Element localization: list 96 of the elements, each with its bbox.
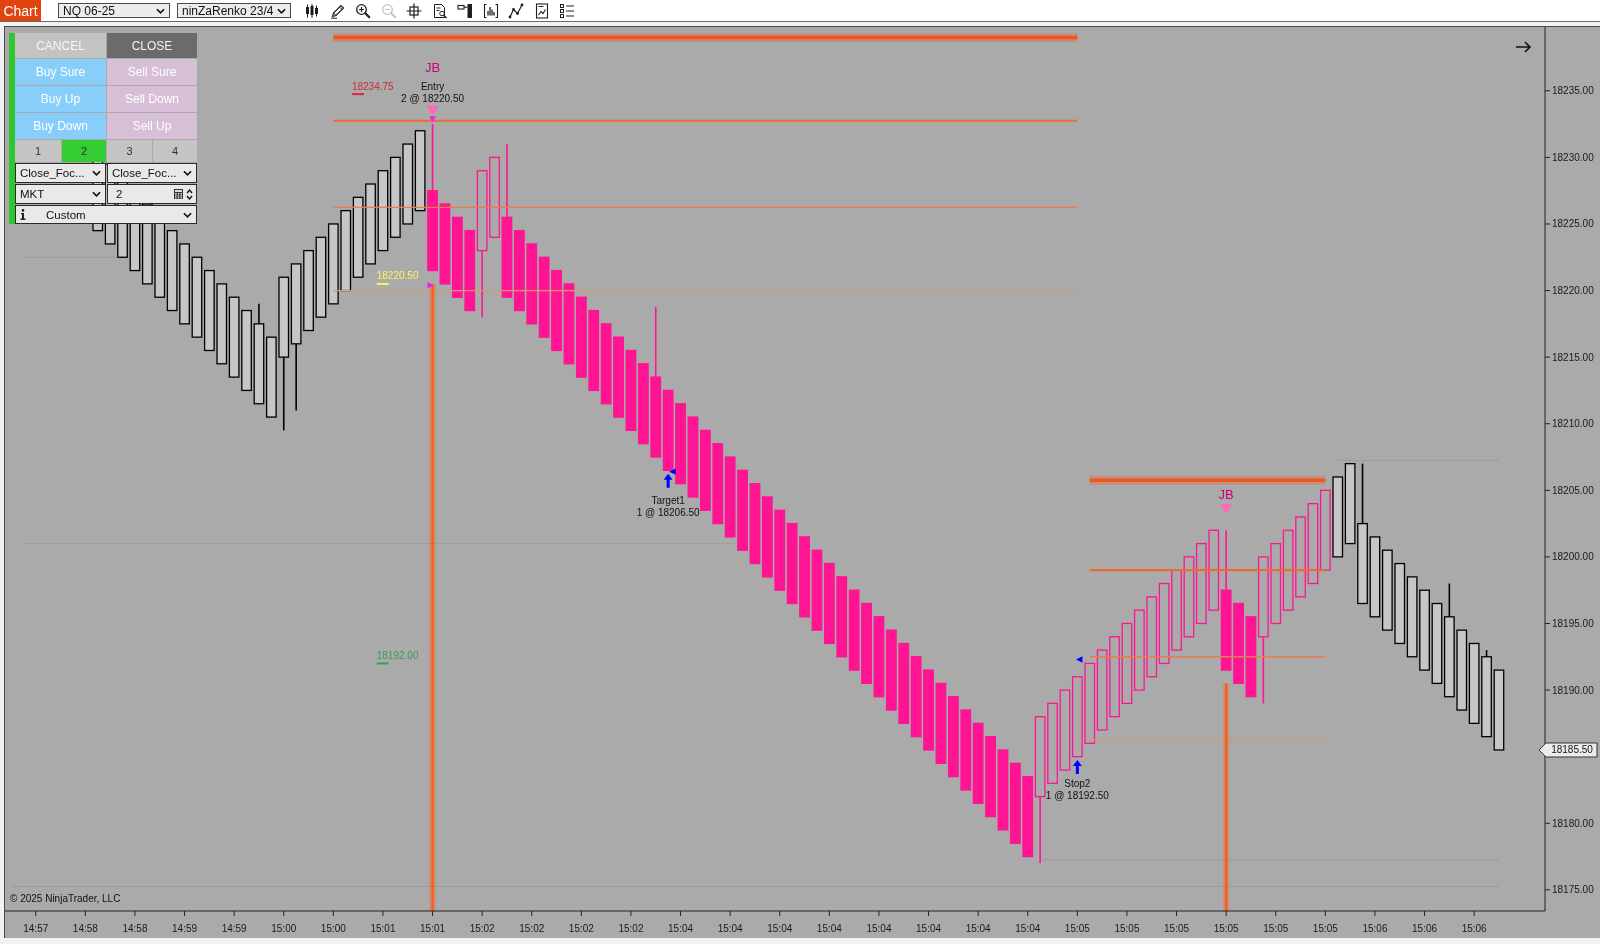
document-search-icon[interactable] xyxy=(431,2,448,19)
bar-chart-icon[interactable] xyxy=(482,2,499,19)
execution-fill-label: 1 @ 18206.50 xyxy=(636,507,700,519)
order-type-dropdown[interactable]: MKT xyxy=(15,184,106,204)
time-axis-label: 15:05 xyxy=(1064,922,1090,934)
candlestick-icon[interactable] xyxy=(304,2,320,19)
triangle-marker-icon xyxy=(427,282,434,289)
price-axis-label: 18175.00 xyxy=(1552,884,1594,896)
time-axis-label: 15:04 xyxy=(965,922,991,934)
time-axis-label: 15:06 xyxy=(1461,922,1487,934)
price-tag-label: 18192.00 xyxy=(376,649,419,661)
up-arrow-icon xyxy=(663,473,673,488)
price-axis-label: 18180.00 xyxy=(1552,817,1594,829)
list-icon[interactable] xyxy=(559,2,575,19)
signal-label: JB xyxy=(1218,486,1234,502)
time-axis-label: 14:58 xyxy=(72,922,98,934)
box-and-bar-icon[interactable] xyxy=(457,2,473,19)
execution-fill-label: 1 @ 18192.50 xyxy=(1045,790,1109,802)
close-button[interactable]: CLOSE xyxy=(107,33,197,58)
time-axis-label: 15:05 xyxy=(1263,922,1289,934)
time-axis-label: 15:04 xyxy=(916,922,942,934)
down-triangle-icon xyxy=(426,105,439,116)
execution-name-label: Stop2 xyxy=(1064,778,1091,790)
close-mode-dropdown[interactable]: Close_Foc... xyxy=(107,163,197,183)
time-axis-label: 15:02 xyxy=(568,922,594,934)
time-axis-label: 15:04 xyxy=(816,922,842,934)
line-chart-icon[interactable] xyxy=(508,2,524,19)
time-axis-label: 15:02 xyxy=(469,922,495,934)
time-axis-label: 15:05 xyxy=(1312,922,1338,934)
price-axis-label: 18200.00 xyxy=(1552,551,1594,563)
chevron-down-icon xyxy=(183,170,192,176)
up-arrow-icon xyxy=(1072,760,1082,774)
signal-label: JB xyxy=(424,60,441,75)
time-axis-label: 14:59 xyxy=(221,922,247,934)
time-axis-label: 14:57 xyxy=(23,922,49,934)
time-axis-label: 15:04 xyxy=(767,922,793,934)
chevron-down-icon xyxy=(277,7,286,14)
time-axis-label: 15:05 xyxy=(1213,922,1239,934)
right-arrow-icon[interactable] xyxy=(1515,41,1532,53)
price-axis-label: 18215.00 xyxy=(1552,351,1594,363)
info-icon xyxy=(20,209,26,220)
document-chart-icon[interactable] xyxy=(533,2,550,19)
time-axis-label: 15:00 xyxy=(271,922,297,934)
chevron-down-icon xyxy=(156,7,165,14)
price-tag-label: 18220.50 xyxy=(376,270,419,282)
instrument-dropdown[interactable]: NQ 06-25 xyxy=(58,3,170,18)
time-axis-label: 15:02 xyxy=(618,922,644,934)
copyright-text: © 2025 NinjaTrader, LLC xyxy=(10,892,121,904)
price-axis-label: 18210.00 xyxy=(1552,418,1594,430)
close-mode-dropdown[interactable]: Close_Foc... xyxy=(15,163,106,183)
chevron-down-icon xyxy=(183,211,192,218)
price-axis-label: 18235.00 xyxy=(1552,85,1594,97)
pencil-icon[interactable] xyxy=(329,2,346,19)
execution-name-label: Target1 xyxy=(651,495,685,507)
time-axis-label: 15:04 xyxy=(668,922,694,934)
last-price-label: 18185.50 xyxy=(1538,742,1598,758)
quantity-preset-tab[interactable]: 4 xyxy=(153,140,197,162)
chevron-down-icon xyxy=(92,170,101,176)
price-axis-label: 18190.00 xyxy=(1552,684,1594,696)
triangle-marker-icon xyxy=(669,468,676,475)
time-axis-label: 15:06 xyxy=(1412,922,1438,934)
execution-name-label: Entry xyxy=(420,81,445,93)
quantity-preset-tab[interactable]: 2 xyxy=(62,140,106,162)
chevron-down-icon xyxy=(92,191,101,197)
time-axis-label: 15:04 xyxy=(1015,922,1041,934)
chart-tab[interactable]: Chart xyxy=(0,0,41,21)
price-axis-label: 18195.00 xyxy=(1552,618,1594,629)
quantity-preset-tab[interactable]: 3 xyxy=(107,140,152,162)
time-axis-label: 15:05 xyxy=(1114,922,1140,934)
time-axis-label: 15:04 xyxy=(866,922,892,934)
triangle-marker-icon xyxy=(429,116,436,123)
calculator-icon[interactable] xyxy=(174,189,183,199)
zoom-in-icon[interactable] xyxy=(355,2,371,19)
time-axis-label: 15:04 xyxy=(717,922,743,934)
execution-fill-label: 2 @ 18220.50 xyxy=(401,93,465,105)
crosshair-icon[interactable] xyxy=(406,2,422,19)
time-axis-label: 15:05 xyxy=(1164,922,1190,934)
price-axis-label: 18205.00 xyxy=(1552,484,1594,496)
template-dropdown[interactable]: Custom xyxy=(15,205,197,224)
time-axis-label: 15:01 xyxy=(370,922,396,934)
bar-type-dropdown[interactable]: ninZaRenko 23/4 xyxy=(177,3,291,18)
triangle-marker-icon xyxy=(1076,656,1083,663)
price-tag-label: 18234.75 xyxy=(351,80,394,92)
time-axis-label: 15:06 xyxy=(1362,922,1388,934)
time-axis-label: 15:00 xyxy=(320,922,346,934)
time-axis-label: 14:58 xyxy=(122,922,148,934)
time-axis-label: 15:01 xyxy=(420,922,446,934)
price-axis-label: 18220.00 xyxy=(1552,285,1594,297)
time-axis-label: 15:02 xyxy=(519,922,545,934)
spinner-arrows-icon[interactable] xyxy=(186,187,193,201)
time-axis-label: 14:59 xyxy=(172,922,198,934)
quantity-field[interactable]: 2 xyxy=(107,184,197,204)
quantity-preset-tab[interactable]: 1 xyxy=(15,140,61,162)
price-axis-label: 18225.00 xyxy=(1552,218,1594,230)
price-axis-label: 18230.00 xyxy=(1552,151,1594,163)
down-triangle-icon xyxy=(1220,503,1233,514)
